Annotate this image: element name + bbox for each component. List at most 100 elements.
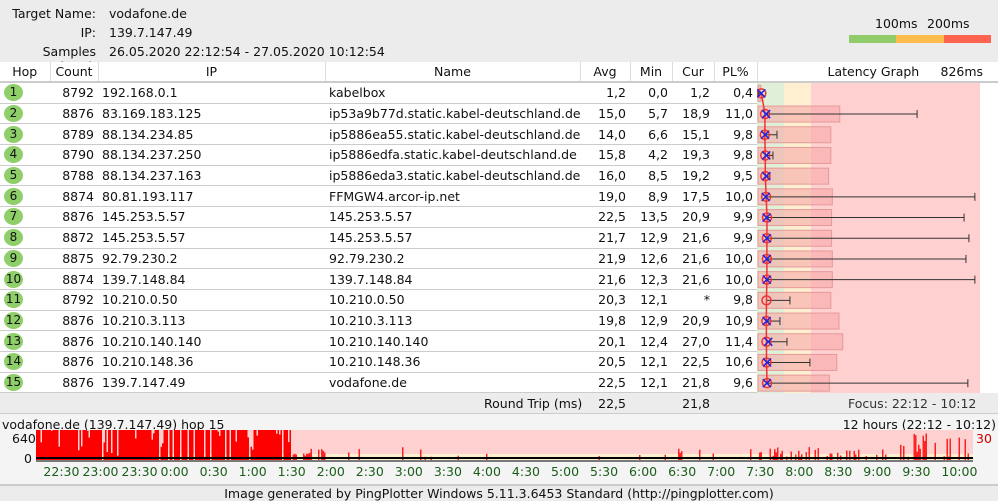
host-name: ip53a9b77d.static.kabel-deutschland.de	[325, 103, 580, 125]
min-ms: 12,1	[630, 351, 672, 373]
cur-ms: 20,9	[672, 310, 714, 332]
loss-spike	[154, 430, 156, 460]
loss-spike	[829, 453, 831, 460]
avg-ms: 22,5	[580, 206, 630, 228]
cur-ms: 19,3	[672, 144, 714, 166]
loss-spike	[285, 430, 287, 460]
hop-badge: 7	[4, 208, 23, 226]
packet-loss: 10,6	[714, 351, 757, 373]
loss-spike	[84, 430, 86, 460]
loss-spike	[112, 430, 114, 460]
ip-address: 88.134.237.250	[98, 144, 325, 166]
col-min[interactable]: Min	[630, 62, 673, 83]
packet-loss: 9,9	[714, 206, 757, 228]
loss-spike	[90, 430, 92, 460]
loss-spike	[280, 430, 282, 460]
loss-spike	[165, 430, 167, 460]
loss-spike	[175, 430, 177, 460]
hop-badge: 12	[4, 311, 23, 329]
hop-badge: 1	[4, 84, 23, 102]
loss-spike	[238, 430, 240, 460]
time-tick: 8:30	[824, 464, 853, 479]
ip-address: 10.210.148.36	[98, 351, 325, 373]
loss-spike	[127, 430, 129, 460]
col-name[interactable]: Name	[325, 62, 581, 83]
loss-spike	[240, 430, 242, 460]
cur-ms: 18,9	[672, 103, 714, 125]
ip-address: 83.169.183.125	[98, 103, 325, 125]
col-ip[interactable]: IP	[98, 62, 326, 83]
loss-spike	[157, 430, 159, 460]
host-name: FFMGW4.arcor-ip.net	[325, 185, 580, 208]
min-ms: 12,3	[630, 268, 672, 290]
loss-spike	[43, 430, 45, 460]
loss-spike	[294, 453, 296, 460]
time-tick: 5:30	[590, 464, 619, 479]
loss-spike	[181, 430, 183, 460]
loss-spike	[82, 430, 84, 460]
loss-spike	[79, 430, 81, 460]
hop-number: 8	[0, 227, 50, 249]
loss-spike	[286, 430, 288, 460]
loss-spike	[183, 430, 185, 460]
focus-range: Focus: 22:12 - 10:12	[848, 396, 977, 411]
col-pl[interactable]: PL%	[714, 62, 758, 83]
loss-spike	[190, 430, 192, 460]
cur-ms: 21,6	[672, 227, 714, 249]
min-ms: 13,5	[630, 206, 672, 228]
ip-address: 192.168.0.1	[98, 82, 325, 104]
loss-spike	[189, 430, 191, 460]
avg-ms: 22,5	[580, 372, 630, 394]
ip-label: IP:	[80, 25, 96, 40]
loss-spike	[93, 430, 95, 460]
timeline-y-top: 640	[12, 431, 36, 446]
latency-graph-max: 826ms	[940, 64, 984, 79]
col-avg[interactable]: Avg	[580, 62, 631, 83]
min-ms: 0,0	[630, 82, 672, 104]
packet-loss: 10,0	[714, 248, 757, 270]
loss-spike	[226, 430, 228, 460]
time-tick: 22:30	[43, 464, 80, 479]
count: 8792	[50, 289, 98, 311]
hop-badge: 8	[4, 229, 23, 247]
loss-spike	[150, 430, 152, 460]
loss-spike	[97, 430, 99, 460]
loss-spike	[274, 430, 276, 460]
avg-ms: 15,0	[580, 103, 630, 125]
loss-spike	[243, 430, 245, 460]
ip-address: 145.253.5.57	[98, 206, 325, 228]
loss-spike	[85, 430, 87, 460]
loss-spike	[283, 430, 285, 460]
min-ms: 6,6	[630, 123, 672, 146]
count: 8789	[50, 123, 98, 146]
loss-spike	[142, 430, 144, 460]
avg-ms: 21,9	[580, 248, 630, 270]
count: 8876	[50, 372, 98, 394]
time-tick: 2:00	[316, 464, 345, 479]
loss-spike	[63, 430, 65, 460]
loss-spike	[151, 439, 153, 460]
loss-spike	[49, 430, 51, 460]
col-latency-graph[interactable]: Latency Graph 826ms	[757, 62, 998, 83]
loss-spike	[174, 430, 176, 460]
host-name: 10.210.148.36	[325, 351, 580, 373]
loss-spike	[171, 430, 173, 460]
col-hop[interactable]: Hop	[0, 62, 51, 83]
loss-spike	[228, 430, 230, 460]
cur-ms: 1,2	[672, 82, 714, 104]
time-tick: 6:00	[629, 464, 658, 479]
loss-spike	[114, 430, 116, 460]
loss-spike	[241, 430, 243, 460]
packet-loss: 9,8	[714, 289, 757, 311]
col-cur[interactable]: Cur	[672, 62, 715, 83]
loss-spike	[265, 430, 267, 460]
count: 8876	[50, 310, 98, 332]
loss-spike	[712, 453, 714, 460]
time-tick: 0:00	[160, 464, 189, 479]
timeline-panel[interactable]: vodafone.de (139.7.147.49) hop 15 12 hou…	[0, 414, 998, 486]
host-name: 92.79.230.2	[325, 248, 580, 270]
loss-spike	[166, 430, 168, 460]
loss-spike	[279, 434, 281, 460]
col-count[interactable]: Count	[50, 62, 99, 83]
legend-200ms: 200ms	[927, 16, 970, 31]
